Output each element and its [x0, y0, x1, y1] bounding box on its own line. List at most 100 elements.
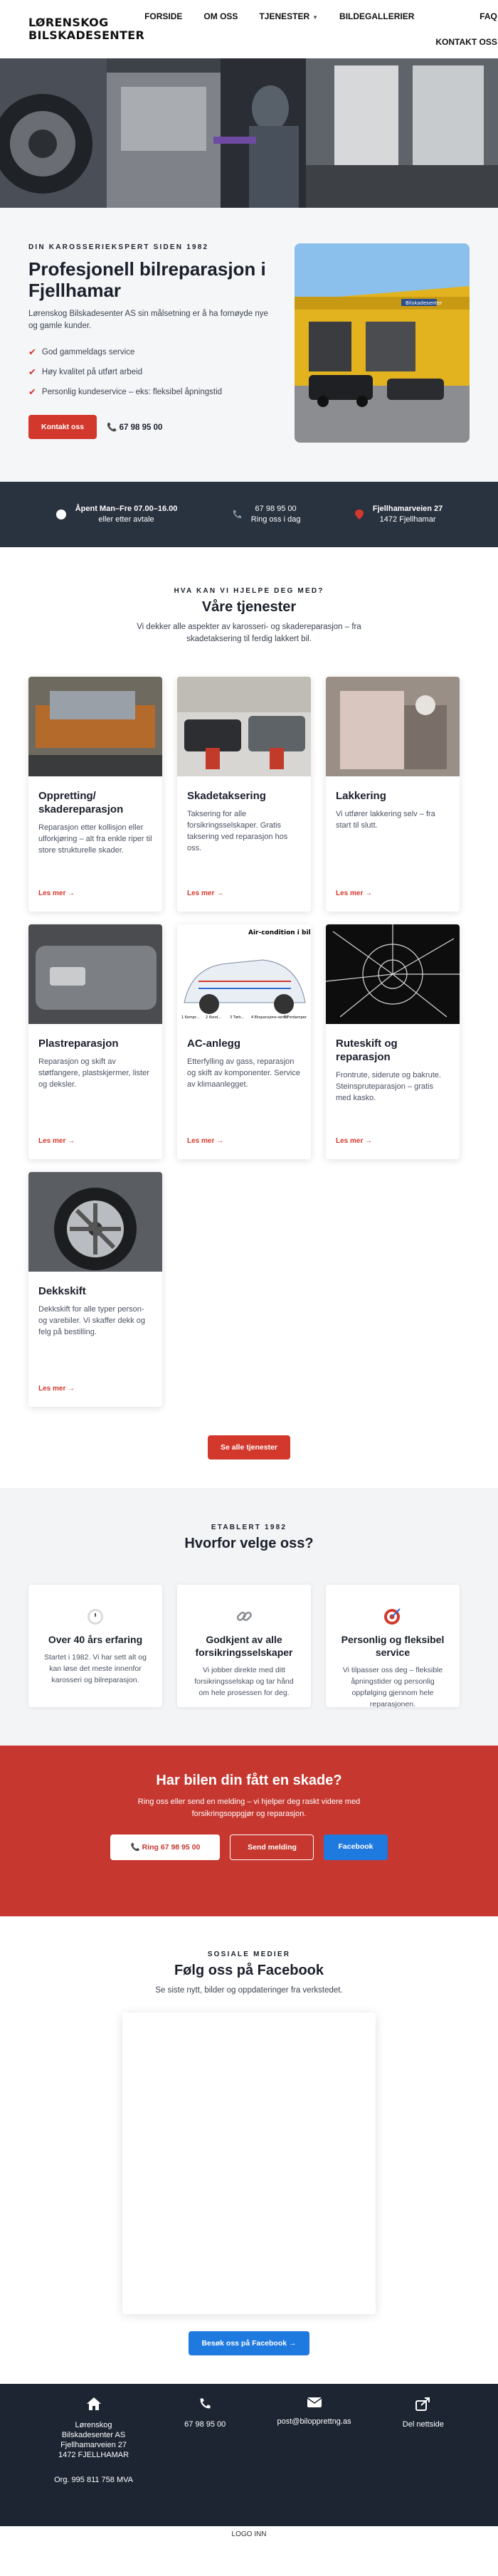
why-eyebrow: ETABLERT 1982	[211, 1524, 287, 1531]
footer-email-address: post@bilopprettng.as	[277, 2417, 351, 2426]
service-image	[326, 677, 460, 776]
intro-title: Profesjonell bilreparasjon i Fjellhamar	[28, 258, 266, 301]
service-image	[28, 924, 162, 1024]
ac-diagram-image: Air-condition i bil 1 Kompr... 2 Kond... 3 …	[177, 924, 311, 1024]
cta-section: Har bilen din fått en skade? Ring oss el…	[0, 1746, 498, 1916]
visit-facebook-button[interactable]: Besøk oss på Facebook →	[189, 2331, 309, 2355]
phone-icon	[198, 2397, 212, 2413]
call-button[interactable]: 📞 Ring 67 98 95 00	[110, 1835, 221, 1860]
services-grid: Oppretting/ skadereparasjon Reparasjon et…	[28, 677, 470, 1407]
intro-eyebrow: DIN KAROSSERIEKSPERT SIDEN 1982	[28, 243, 209, 251]
site-logo[interactable]: LØRENSKOG BILSKADESENTER	[28, 16, 144, 42]
footer-address-line: Fjellhamarveien 27	[60, 2441, 127, 2449]
service-card-ac-anlegg[interactable]: Air-condition i bil 1 Kompr... 2 Kond... 3 …	[177, 924, 311, 1159]
nav-bildegalleri[interactable]: BILDEGALLERIER	[339, 11, 414, 21]
footer-share-label: Del nettside	[402, 2420, 444, 2429]
services-lead: Vi dekker alle aspekter av karosseri- og…	[137, 623, 361, 643]
service-title: Plastreparasjon	[38, 1038, 119, 1050]
main-nav: FORSIDE OM OSS TJENESTER ▼ BILDEGALLERIER…	[144, 11, 497, 47]
check-icon: ✔	[28, 366, 36, 377]
phone-link-text: 67 98 95 00	[119, 423, 163, 432]
check-icon: ✔	[28, 347, 36, 357]
why-grid: Over 40 års erfaring Startet i 1982. Vi …	[28, 1585, 470, 1709]
facebook-embed[interactable]	[122, 2012, 376, 2314]
contact-button[interactable]: Kontakt oss	[28, 415, 97, 439]
facebook-section: SOSIALE MEDIER Følg oss på Facebook Se s…	[0, 1916, 498, 2384]
ac-diagram-title: Air-condition i bil	[248, 929, 311, 936]
info-phone[interactable]: 67 98 95 00 Ring oss i dag	[231, 504, 300, 525]
fb-eyebrow: SOSIALE MEDIER	[207, 1951, 291, 1958]
service-card-plastreparasjon[interactable]: Plastreparasjon Reparasjon og skift av st…	[28, 924, 162, 1159]
chevron-down-icon: ▼	[312, 14, 319, 21]
link-icon	[234, 1606, 254, 1626]
phone-link[interactable]: 📞 67 98 95 00	[107, 422, 162, 432]
service-title: Skadetaksering	[187, 790, 266, 802]
service-card-oppretting[interactable]: Oppretting/ skadereparasjon Reparasjon et…	[28, 677, 162, 912]
home-icon	[86, 2397, 102, 2413]
nav-kontakt[interactable]: KONTAKT OSS	[435, 37, 497, 47]
fb-lead: Se siste nytt, bilder og oppdateringer f…	[155, 1986, 343, 1995]
feature-item: ✔ God gammeldags service	[28, 342, 270, 362]
stopwatch-icon	[85, 1606, 105, 1626]
feature-item: ✔ Høy kvalitet på utført arbeid	[28, 362, 270, 382]
nav-om-oss[interactable]: OM OSS	[203, 11, 238, 21]
ac-label: 3 Tørk...	[230, 1015, 245, 1020]
service-image	[28, 1172, 162, 1272]
service-title: Oppretting/ skadereparasjon	[38, 790, 124, 815]
footer-phone[interactable]: 67 98 95 00	[184, 2397, 226, 2526]
footer-address-line: 1472 FJELLHAMAR	[58, 2451, 129, 2459]
garage-sign: Bilskadesenter	[406, 300, 443, 306]
service-text: Frontrute, siderute og bakrute. Steinspr…	[336, 1071, 441, 1102]
footer-org-number: Org. 995 811 758 MVA	[54, 2476, 133, 2484]
read-more-link[interactable]: Les mer →	[38, 1385, 152, 1393]
why-card-title: Personlig og fleksibel service	[341, 1634, 445, 1658]
service-title: Ruteskift og reparasjon	[336, 1038, 398, 1063]
read-more-link[interactable]: Les mer →	[38, 890, 152, 897]
read-more-link[interactable]: Les mer →	[336, 890, 450, 897]
ac-label: 2 Kond...	[206, 1015, 221, 1020]
service-text: Dekkskift for alle typer person- og vare…	[38, 1305, 146, 1336]
feature-text: Høy kvalitet på utført arbeid	[41, 368, 143, 376]
info-phone-number: 67 98 95 00	[255, 505, 297, 513]
footer-email[interactable]: post@bilopprettng.as	[277, 2397, 351, 2526]
cta-text: Ring oss eller send en melding – vi hjel…	[137, 1798, 361, 1818]
address-street: Fjellhamarveien 27	[372, 505, 443, 513]
nav-faq[interactable]: FAQ	[480, 11, 497, 21]
cta-title: Har bilen din fått en skade?	[156, 1773, 342, 1788]
service-card-lakkering[interactable]: Lakkering Vi utfører lakkering selv – fra…	[326, 677, 460, 912]
feature-text: God gammeldags service	[41, 348, 135, 357]
logo-line-2: BILSKADESENTER	[28, 28, 145, 42]
read-more-link[interactable]: Les mer →	[187, 1137, 301, 1145]
phone-icon: 📞	[107, 423, 120, 432]
facebook-button[interactable]: Facebook	[324, 1835, 388, 1860]
service-card-dekkskift[interactable]: Dekkskift Dekkskift for alle typer person…	[28, 1172, 162, 1407]
service-image	[28, 677, 162, 776]
read-more-link[interactable]: Les mer →	[187, 890, 301, 897]
why-card-text: Startet i 1982. Vi har sett alt og kan l…	[44, 1653, 147, 1684]
footer-address: Lørenskog Bilskadesenter AS Fjellhamarve…	[54, 2397, 133, 2526]
hours-line-1: Åpent Man–Fre 07.00–16.00	[75, 505, 178, 513]
send-message-button[interactable]: Send melding	[230, 1835, 314, 1860]
check-icon: ✔	[28, 386, 36, 397]
phone-icon	[231, 509, 243, 520]
intro-section: DIN KAROSSERIEKSPERT SIDEN 1982 Profesjo…	[0, 208, 498, 482]
all-services-button[interactable]: Se alle tjenester	[208, 1435, 290, 1459]
service-image	[326, 924, 460, 1024]
address-city: 1472 Fjellhamar	[379, 515, 436, 524]
garage-photo: Bilskadesenter	[295, 243, 470, 443]
intro-text: DIN KAROSSERIEKSPERT SIDEN 1982 Profesjo…	[28, 243, 270, 452]
footer-share[interactable]: Del nettside	[403, 2397, 444, 2526]
why-card-text: Vi jobber direkte med ditt forsikringsse…	[194, 1666, 294, 1697]
intro-description: Lørenskog Bilskadesenter AS sin målsetni…	[28, 310, 268, 330]
site-footer: Lørenskog Bilskadesenter AS Fjellhamarve…	[0, 2384, 498, 2526]
service-title: Lakkering	[336, 790, 386, 802]
nav-tjenester[interactable]: TJENESTER ▼	[259, 11, 318, 21]
services-title: Våre tjenester	[201, 599, 297, 615]
ac-label: 4 Ekspansjons-ventil	[251, 1015, 287, 1020]
clock-icon	[55, 509, 67, 520]
service-card-skadetaksering[interactable]: Skadetaksering Taksering for alle forsikr…	[177, 677, 311, 912]
read-more-link[interactable]: Les mer →	[38, 1137, 152, 1145]
read-more-link[interactable]: Les mer →	[336, 1137, 450, 1145]
service-card-ruteskift[interactable]: Ruteskift og reparasjon Frontrute, sideru…	[326, 924, 460, 1159]
nav-forside[interactable]: FORSIDE	[144, 11, 182, 21]
